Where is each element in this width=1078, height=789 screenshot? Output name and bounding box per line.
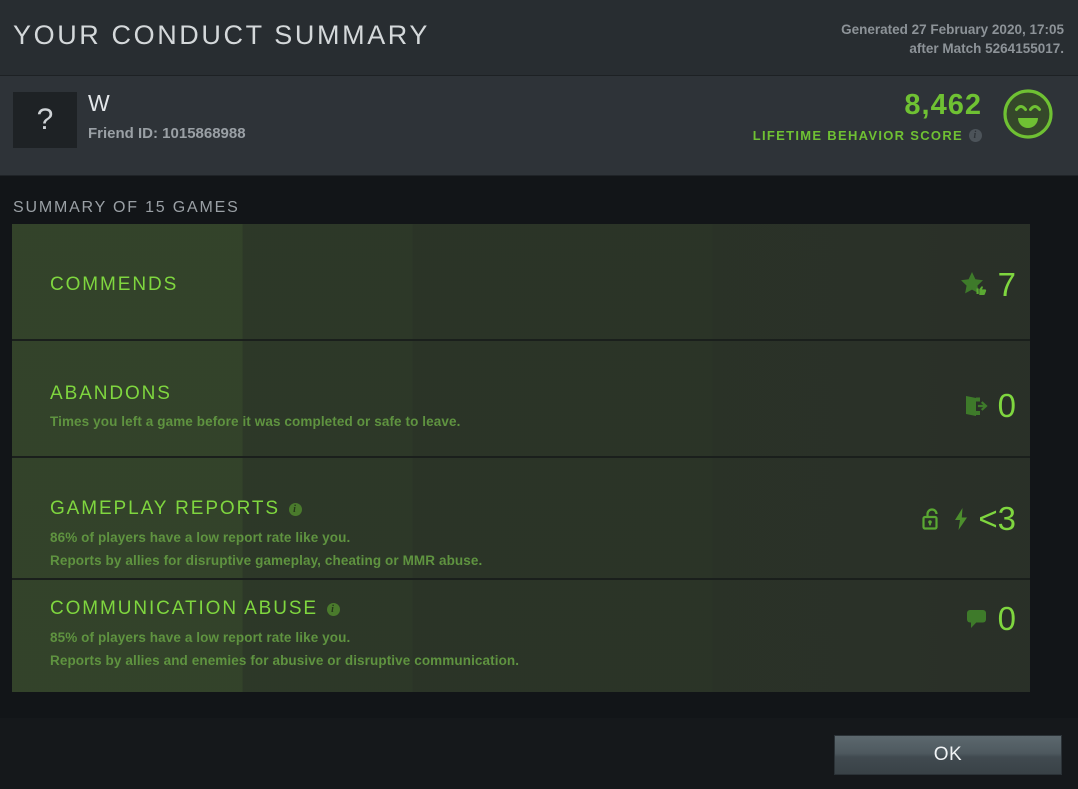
exit-door-icon: [963, 393, 989, 419]
row-subtitle-2: Reports by allies for disruptive gamepla…: [50, 553, 483, 568]
conduct-row-abandons: ABANDONS Times you left a game before it…: [12, 341, 1030, 458]
info-icon[interactable]: i: [969, 129, 982, 142]
row-title-text: COMMENDS: [50, 274, 179, 295]
row-value: <3: [978, 500, 1016, 537]
open-padlock-icon: [922, 507, 944, 531]
header-bar: YOUR CONDUCT SUMMARY Generated 27 Februa…: [0, 0, 1078, 76]
row-value-group: <3: [922, 502, 1016, 535]
speech-bubble-icon: [965, 608, 989, 630]
conduct-rows: COMMENDS 7 ABANDONS Times you left a gam…: [12, 224, 1030, 692]
generated-match: after Match 5264155017.: [909, 41, 1064, 56]
row-value-group: 7: [959, 268, 1016, 301]
row-value: 0: [997, 387, 1016, 424]
behavior-score-value: 8,462: [904, 89, 982, 121]
info-icon[interactable]: i: [327, 602, 340, 616]
row-title: ABANDONS: [50, 383, 172, 405]
summary-label: SUMMARY OF 15 GAMES: [13, 199, 240, 216]
row-title: COMMUNICATION ABUSE i: [50, 598, 340, 620]
info-icon[interactable]: i: [288, 502, 302, 516]
conduct-row-communication-abuse: COMMUNICATION ABUSE i 85% of players hav…: [12, 580, 1030, 692]
behavior-score-label-group: LIFETIME BEHAVIOR SCORE i: [753, 128, 982, 143]
row-title-text: GAMEPLAY REPORTS: [50, 498, 280, 519]
behavior-score-label: LIFETIME BEHAVIOR SCORE: [752, 128, 963, 143]
row-subtitle-2: Reports by allies and enemies for abusiv…: [50, 653, 520, 668]
page-title: YOUR CONDUCT SUMMARY: [13, 20, 431, 50]
lightning-bolt-icon: [953, 507, 969, 531]
row-value-group: 0: [965, 602, 1016, 635]
generated-info: Generated 27 February 2020, 17:05 after …: [841, 20, 1064, 58]
player-name: W: [88, 90, 111, 116]
footer-bar: OK: [0, 718, 1078, 789]
row-subtitle-1: 86% of players have a low report rate li…: [50, 530, 351, 545]
generated-date: Generated 27 February 2020, 17:05: [841, 22, 1064, 37]
commend-star-icon: [959, 270, 989, 300]
row-title-text: ABANDONS: [50, 383, 172, 404]
row-title: COMMENDS: [50, 274, 178, 296]
row-title-text: COMMUNICATION ABUSE: [50, 598, 318, 619]
row-subtitle-1: 85% of players have a low report rate li…: [50, 630, 351, 645]
row-value: 7: [997, 266, 1016, 303]
row-title: GAMEPLAY REPORTS i: [50, 498, 302, 520]
smiley-face-icon: [1003, 89, 1053, 139]
profile-bar: ? W Friend ID: 1015868988 8,462 LIFETIME…: [0, 76, 1078, 176]
row-value: 0: [997, 600, 1016, 637]
avatar[interactable]: ?: [13, 92, 77, 148]
conduct-row-gameplay-reports: GAMEPLAY REPORTS i 86% of players have a…: [12, 458, 1030, 580]
ok-button[interactable]: OK: [834, 735, 1062, 775]
row-value-group: 0: [963, 389, 1016, 422]
conduct-row-commends: COMMENDS 7: [12, 224, 1030, 341]
friend-id: Friend ID: 1015868988: [88, 125, 246, 142]
row-subtitle-1: Times you left a game before it was comp…: [50, 414, 461, 429]
